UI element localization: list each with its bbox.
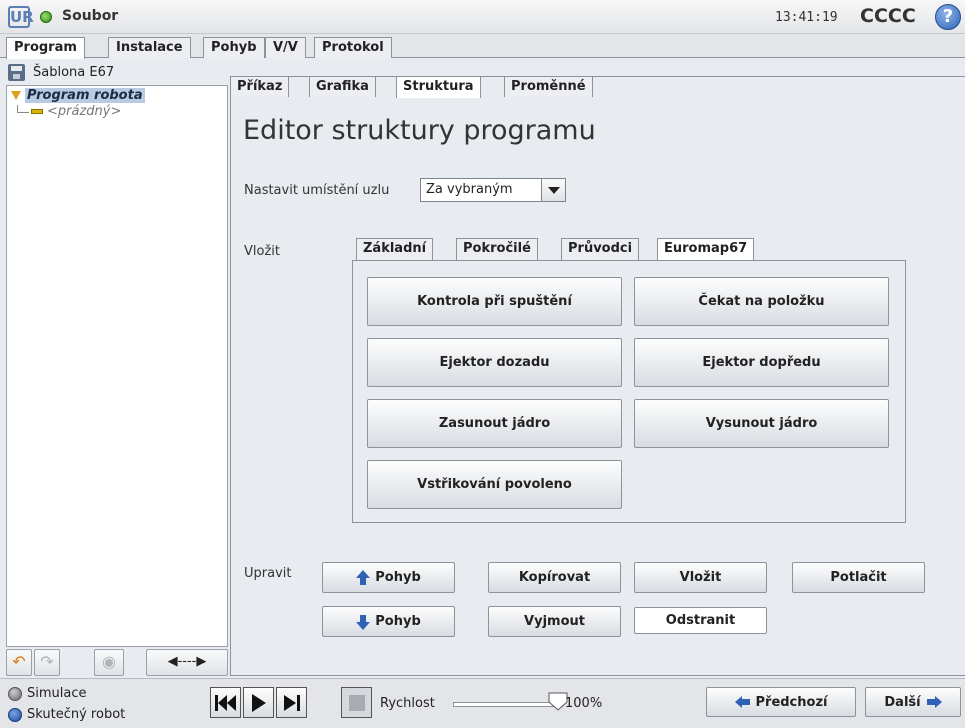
tab-wizards[interactable]: Průvodci <box>561 238 640 260</box>
suppress-button[interactable]: Potlačit <box>792 562 925 593</box>
redo-icon[interactable]: ↷ <box>34 649 60 676</box>
placement-select[interactable]: Za vybraným <box>420 178 566 202</box>
robot-name: CCCC <box>860 5 916 27</box>
previous-button[interactable]: Předchozí <box>706 687 856 717</box>
tab-advanced[interactable]: Pokročilé <box>456 238 538 260</box>
move-up-button[interactable]: Pohyb <box>322 562 455 593</box>
move-down-label: Pohyb <box>375 614 421 629</box>
injection-enabled-button[interactable]: Vstřikování povoleno <box>367 460 622 509</box>
help-icon[interactable]: ? <box>935 4 961 30</box>
file-row: Šablona E67 <box>6 59 228 85</box>
program-tree-pane: Šablona E67 Program robota <prázdný> ↶ ↷… <box>6 59 228 676</box>
play-from-selection-icon[interactable]: ◉ <box>94 649 124 676</box>
real-robot-radio-icon[interactable] <box>8 707 22 722</box>
tab-installation[interactable]: Instalace <box>108 37 191 58</box>
simulation-radio-icon[interactable] <box>8 686 22 701</box>
title-bar: UR Soubor 13:41:19 CCCC ? <box>0 0 965 34</box>
wait-for-item-button[interactable]: Čekat na položku <box>634 277 889 326</box>
stop-icon[interactable] <box>341 687 372 718</box>
simulation-radio[interactable]: Simulace <box>8 686 87 701</box>
tab-euromap67[interactable]: Euromap67 <box>657 238 755 261</box>
paste-button[interactable]: Vložit <box>634 562 767 593</box>
speed-label: Rychlost <box>380 696 435 711</box>
tree-empty-label: <prázdný> <box>47 104 122 119</box>
skip-to-start-icon[interactable] <box>210 687 241 718</box>
file-menu[interactable]: Soubor <box>62 8 118 24</box>
real-robot-label: Skutečný robot <box>27 707 126 722</box>
delete-button[interactable]: Odstranit <box>634 607 767 634</box>
tree-toolbar: ↶ ↷ ◉ ◀----▶ <box>6 649 228 677</box>
arrow-down-icon <box>356 614 371 630</box>
retract-core-button[interactable]: Zasunout jádro <box>367 399 622 448</box>
ejector-forward-button[interactable]: Ejektor dopředu <box>634 338 889 387</box>
resize-pane-icon[interactable]: ◀----▶ <box>146 649 228 676</box>
arrow-up-icon <box>356 569 371 586</box>
tab-variables[interactable]: Proměnné <box>504 76 593 97</box>
speed-value: 100% <box>565 696 603 711</box>
tab-program[interactable]: Program <box>6 37 85 59</box>
extend-core-button[interactable]: Vysunout jádro <box>634 399 889 448</box>
speed-slider[interactable] <box>453 702 563 707</box>
save-icon[interactable] <box>8 64 25 81</box>
tree-empty-node[interactable]: <prázdný> <box>17 104 121 119</box>
play-icon[interactable] <box>243 687 274 718</box>
undo-icon[interactable]: ↶ <box>6 649 32 676</box>
check-at-start-button[interactable]: Kontrola při spuštění <box>367 277 622 326</box>
ejector-back-button[interactable]: Ejektor dozadu <box>367 338 622 387</box>
copy-button[interactable]: Kopírovat <box>488 562 621 593</box>
main-tabs: Program Instalace Pohyb V/V Protokol <box>0 34 965 59</box>
simulation-label: Simulace <box>27 686 87 701</box>
clock: 13:41:19 <box>775 10 838 25</box>
move-down-button[interactable]: Pohyb <box>322 606 455 637</box>
tree-root-label: Program robota <box>25 88 145 103</box>
empty-node-icon <box>31 109 43 114</box>
tree-line <box>17 104 29 113</box>
tab-log[interactable]: Protokol <box>314 37 392 58</box>
real-robot-radio[interactable]: Skutečný robot <box>8 707 125 722</box>
tree-root-node[interactable]: Program robota <box>11 88 145 103</box>
arrow-right-icon <box>926 696 942 708</box>
tab-io[interactable]: V/V <box>265 37 306 58</box>
tab-move[interactable]: Pohyb <box>203 37 265 58</box>
ur-logo-icon: UR <box>8 6 34 28</box>
placement-value: Za vybraným <box>426 182 513 197</box>
insert-label: Vložit <box>244 244 280 259</box>
cut-button[interactable]: Vyjmout <box>488 606 621 637</box>
status-icon <box>40 11 52 23</box>
tab-command[interactable]: Příkaz <box>230 76 290 97</box>
expand-triangle-icon[interactable] <box>11 91 21 100</box>
next-label: Další <box>884 694 921 710</box>
edit-label: Upravit <box>244 566 292 581</box>
program-file-name: Šablona E67 <box>33 65 115 80</box>
tab-basic[interactable]: Základní <box>356 238 434 260</box>
speed-slider-fill <box>454 703 562 706</box>
tab-structure[interactable]: Struktura <box>396 76 481 98</box>
next-button[interactable]: Další <box>865 687 961 717</box>
program-tree[interactable]: Program robota <prázdný> <box>6 85 228 647</box>
move-up-label: Pohyb <box>375 570 421 585</box>
step-icon[interactable] <box>276 687 307 718</box>
placement-label: Nastavit umístění uzlu <box>244 183 390 198</box>
chevron-down-icon[interactable] <box>541 179 565 201</box>
page-title: Editor struktury programu <box>243 115 596 146</box>
tab-graphics[interactable]: Grafika <box>309 76 376 97</box>
previous-label: Předchozí <box>755 694 828 710</box>
arrow-left-icon <box>734 696 751 708</box>
